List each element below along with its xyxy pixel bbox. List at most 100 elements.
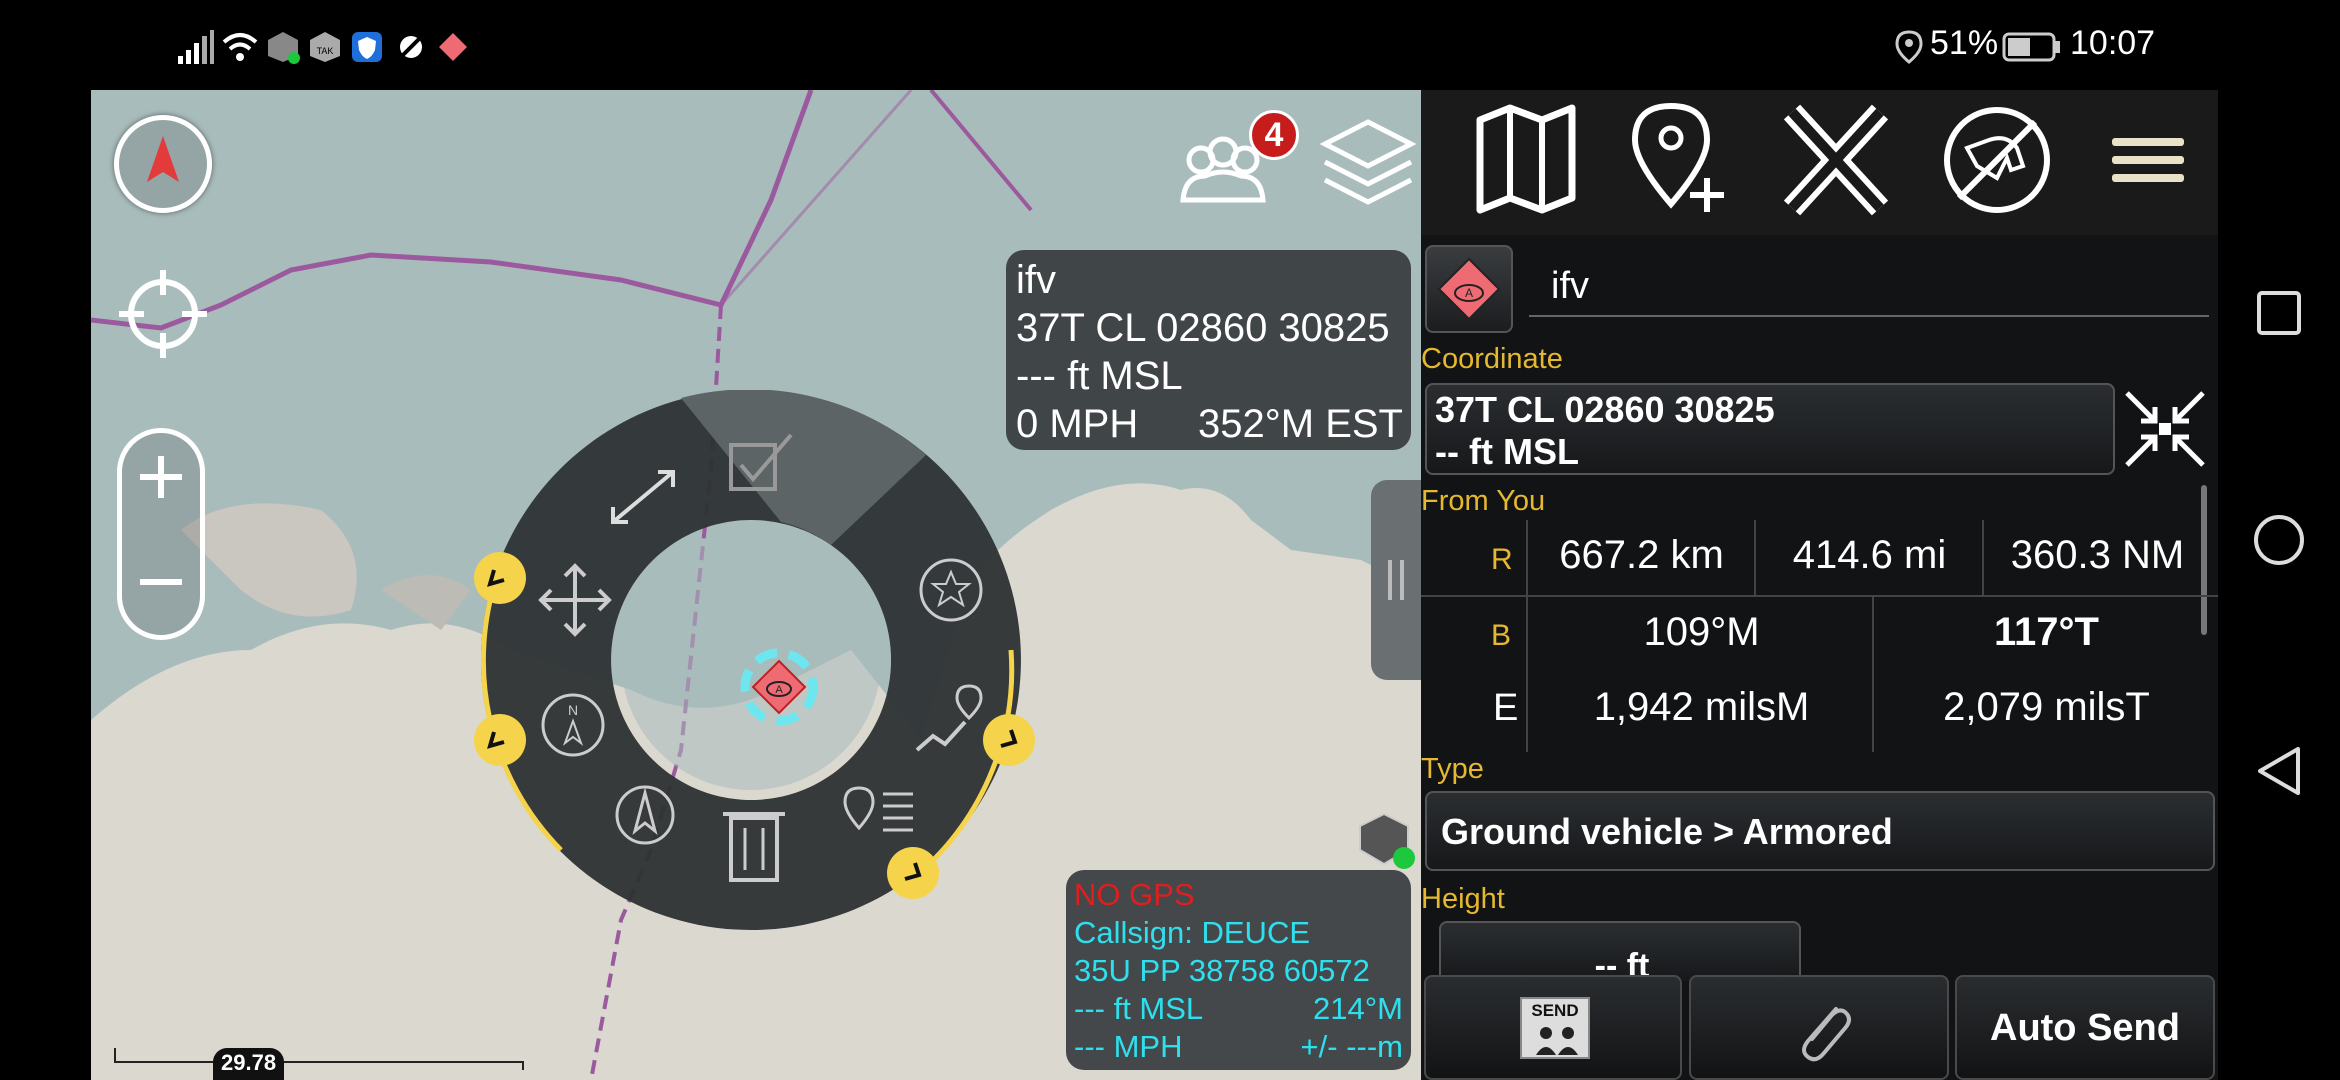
selected-item-info: ifv 37T CL 02860 30825 --- ft MSL 0 MPH … (1006, 250, 1411, 450)
hostile-armor-marker-icon: A (740, 648, 818, 726)
top-toolbar (1421, 90, 2218, 235)
mils-true: 2,079 milsT (1943, 685, 2150, 729)
bearing-dial-icon[interactable] (605, 775, 685, 855)
checkbox-icon[interactable] (721, 425, 801, 495)
self-heading: 214°M (1313, 991, 1403, 1026)
self-accuracy: +/- ---m (1300, 1029, 1403, 1064)
info-altitude: --- ft MSL (1016, 354, 1183, 398)
home-circle-icon[interactable] (2251, 512, 2307, 568)
tak-app-icon-2: TAK (310, 32, 340, 62)
svg-text:A: A (1465, 286, 1473, 300)
info-name: ifv (1016, 258, 1056, 302)
send-button[interactable]: SEND (1424, 975, 1682, 1080)
battery-icon (2002, 32, 2060, 62)
north-compass-icon[interactable]: N (533, 685, 613, 765)
send-icon: SEND (1520, 997, 1590, 1059)
details-pane: A ifv Coordinate 37T CL 02860 30825 -- f… (1421, 235, 2218, 1080)
wifi-icon (222, 33, 258, 61)
center-on-map-icon[interactable] (2117, 383, 2213, 475)
back-triangle-icon[interactable] (2254, 744, 2304, 798)
range-mi: 414.6 mi (1792, 533, 1947, 577)
compass-arrow-icon (147, 136, 179, 182)
coordinate-label: Coordinate (1421, 343, 1563, 375)
height-label: Height (1421, 883, 1505, 915)
range-label: R (1491, 543, 1513, 576)
info-speed: 0 MPH (1016, 402, 1139, 446)
recents-square-icon[interactable] (2254, 288, 2304, 338)
elevation-label: E (1493, 687, 1519, 729)
self-callsign: Callsign: DEUCE (1074, 915, 1311, 950)
zoom-out-icon[interactable] (132, 553, 190, 611)
map-icon[interactable] (1466, 100, 1586, 220)
contacts-count-badge: 4 (1249, 110, 1299, 160)
zoom-control (117, 428, 205, 640)
mils-magnetic: 1,942 milsM (1593, 685, 1810, 729)
info-coordinate: 37T CL 02860 30825 (1016, 306, 1390, 350)
type-value: Ground vehicle > Armored (1441, 811, 1893, 852)
bearing-label: B (1491, 619, 1512, 652)
status-bar: TAK 51% 10:07 (0, 0, 2340, 90)
battery-percent: 51% (1930, 24, 1999, 62)
bearing-magnetic: 109°M (1643, 610, 1760, 654)
trash-icon[interactable] (719, 800, 789, 890)
name-field[interactable]: ifv (1529, 255, 2209, 317)
svg-text:TAK: TAK (317, 46, 334, 56)
rotate-handle-icon[interactable] (472, 550, 528, 606)
height-field[interactable]: -- ft (1439, 921, 1801, 985)
rotate-handle-icon[interactable] (981, 712, 1037, 768)
layers-icon (1319, 119, 1417, 205)
point-list-icon[interactable] (839, 780, 919, 850)
hamburger-menu-icon[interactable] (2086, 100, 2206, 220)
badge-star-icon[interactable] (911, 550, 991, 630)
tak-status-icon[interactable] (1356, 810, 1416, 870)
resize-arrow-icon[interactable] (603, 462, 683, 532)
shield-icon (352, 32, 382, 62)
tak-app-icon (268, 32, 300, 64)
auto-send-button[interactable]: Auto Send (1955, 975, 2215, 1080)
hostile-armor-marker-icon: A (1437, 257, 1501, 321)
map-view[interactable]: 4 ifv 37T CL 02860 30825 --- ft MSL 0 MP… (91, 90, 1421, 1080)
signal-icon (178, 30, 214, 64)
attach-button[interactable] (1689, 975, 1949, 1080)
range-nm: 360.3 NM (2010, 533, 2185, 577)
paperclip-icon (1802, 1007, 1851, 1062)
bearing-true: 117°T (1994, 610, 2099, 654)
rotate-handle-icon[interactable] (885, 845, 941, 901)
svg-text:N: N (568, 702, 578, 718)
self-coordinate: 35U PP 38758 60572 (1074, 953, 1370, 988)
layers-button[interactable] (1316, 102, 1421, 222)
type-selector[interactable]: Ground vehicle > Armored (1425, 791, 2215, 871)
add-pin-icon[interactable] (1619, 100, 1739, 220)
coordinate-field[interactable]: 37T CL 02860 30825 -- ft MSL (1425, 383, 2115, 475)
clock: 10:07 (2070, 24, 2156, 62)
self-speed: --- MPH (1074, 1029, 1183, 1064)
contacts-button[interactable]: 4 (1161, 110, 1299, 220)
rotate-handle-icon[interactable] (472, 712, 528, 768)
drawer-handle[interactable] (1371, 480, 1421, 680)
move-arrows-icon[interactable] (535, 560, 615, 640)
crosshair-icon (119, 270, 207, 358)
svg-text:A: A (775, 684, 783, 696)
marker-type-button[interactable]: A (1425, 245, 1513, 333)
route-icon[interactable] (909, 680, 989, 760)
users-icon (1536, 1027, 1578, 1055)
north-up-compass-button[interactable] (114, 115, 212, 213)
scale-label: 29.78 km (213, 1048, 285, 1080)
name-value: ifv (1551, 265, 1589, 307)
coordinate-line2: -- ft MSL (1435, 431, 1579, 472)
zoom-in-icon[interactable] (132, 448, 190, 506)
location-icon (1895, 30, 1923, 64)
drag-handle-icon (1388, 560, 1404, 600)
self-altitude: --- ft MSL (1074, 991, 1204, 1026)
blocked-icon (400, 36, 422, 58)
auto-send-label: Auto Send (1990, 1007, 2180, 1049)
gps-status: NO GPS (1074, 877, 1195, 912)
close-x-icon[interactable] (1776, 100, 1896, 220)
android-nav-bar (2218, 0, 2340, 1080)
locate-self-button[interactable] (114, 265, 212, 363)
diamond-icon (439, 33, 467, 61)
scale-bar-line (114, 1048, 524, 1070)
info-course: 352°M EST (1198, 402, 1403, 446)
self-location-info: NO GPS Callsign: DEUCE 35U PP 38758 6057… (1066, 870, 1411, 1070)
no-dog-icon[interactable] (1937, 100, 2057, 220)
